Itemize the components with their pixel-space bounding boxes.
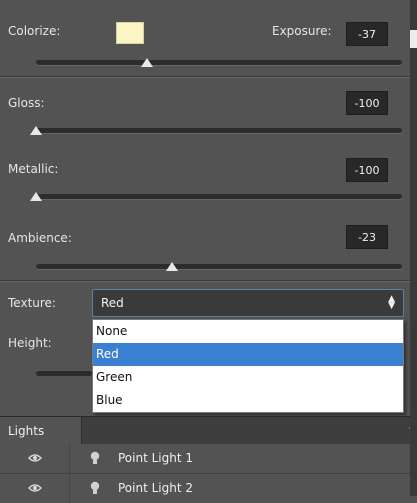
gloss-label: Gloss: (8, 96, 45, 110)
texture-select[interactable]: Red ▲ ▼ (92, 289, 404, 317)
light-name: Point Light 2 (118, 481, 194, 495)
height-label: Height: (8, 336, 52, 350)
ambience-label: Ambience: (8, 231, 72, 245)
ambience-field[interactable]: -23 (346, 225, 388, 249)
colorize-swatch[interactable] (116, 22, 144, 44)
metallic-slider-track[interactable] (36, 194, 402, 199)
texture-dropdown-list: None Red Green Blue (92, 319, 404, 413)
lightbulb-icon (90, 451, 100, 464)
texture-option-none[interactable]: None (93, 320, 403, 343)
gloss-slider-thumb[interactable] (30, 126, 42, 135)
metallic-label: Metallic: (8, 162, 59, 176)
texture-select-value: Red (101, 296, 124, 310)
metallic-field[interactable]: -100 (346, 158, 388, 182)
ambience-slider-track[interactable] (36, 264, 402, 269)
ambience-slider-thumb[interactable] (166, 262, 178, 271)
panel-edge (410, 0, 417, 496)
exposure-label: Exposure: (272, 24, 332, 38)
texture-label: Texture: (8, 296, 56, 310)
gloss-slider-track[interactable] (36, 128, 402, 133)
light-row[interactable]: Point Light 2 (0, 474, 410, 503)
lights-panel-header: Lights ▼ (0, 416, 416, 445)
light-row[interactable]: Point Light 1 (0, 444, 410, 473)
light-name: Point Light 1 (118, 451, 194, 465)
exposure-slider-thumb[interactable] (141, 58, 153, 67)
texture-option-red[interactable]: Red (93, 343, 403, 366)
height-slider-track[interactable] (36, 371, 92, 376)
colorize-label: Colorize: (8, 24, 61, 38)
properties-panel: Colorize: Exposure: -37 Gloss: -100 Meta… (0, 0, 416, 503)
metallic-slider-thumb[interactable] (30, 192, 42, 201)
tab-lights[interactable]: Lights (0, 417, 82, 445)
texture-option-blue[interactable]: Blue (93, 389, 403, 412)
eye-icon[interactable] (28, 483, 42, 493)
gloss-field[interactable]: -100 (346, 91, 388, 115)
exposure-slider-track[interactable] (36, 60, 402, 65)
lightbulb-icon (90, 481, 100, 494)
up-down-arrows-icon: ▲ ▼ (388, 294, 395, 311)
exposure-field[interactable]: -37 (346, 22, 388, 46)
eye-icon[interactable] (28, 453, 42, 463)
texture-option-green[interactable]: Green (93, 366, 403, 389)
